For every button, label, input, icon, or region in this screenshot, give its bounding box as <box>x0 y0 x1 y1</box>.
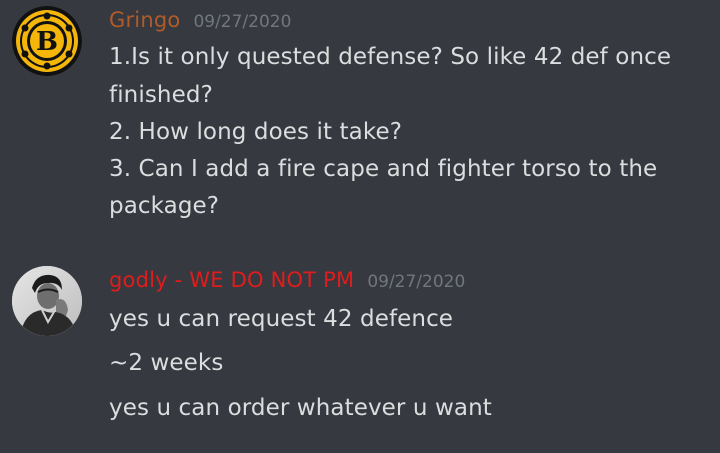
message-text-line: package? <box>109 193 220 219</box>
message-text-line: yes u can order whatever u want <box>109 395 492 421</box>
username[interactable]: Gringo <box>109 8 180 32</box>
message-godly: godly - WE DO NOT PM 09/27/2020 yes u ca… <box>0 240 720 453</box>
message-text-line: finished? <box>109 82 213 108</box>
timestamp: 09/27/2020 <box>193 12 292 32</box>
message-header: Gringo 09/27/2020 <box>109 8 291 32</box>
avatar[interactable] <box>12 266 82 336</box>
message-text-line: 1.Is it only quested defense? So like 42… <box>109 44 672 70</box>
svg-text:B: B <box>36 27 58 57</box>
timestamp: 09/27/2020 <box>367 272 466 292</box>
message-text-line: ~2 weeks <box>109 350 224 376</box>
user-photo-icon <box>12 266 82 336</box>
avatar[interactable]: B <box>12 6 82 76</box>
message-text-line: 2. How long does it take? <box>109 119 402 145</box>
message-header: godly - WE DO NOT PM 09/27/2020 <box>109 268 465 292</box>
message-gringo: B Gringo 09/27/2020 1.Is it only quested… <box>0 0 720 240</box>
message-text-line: yes u can request 42 defence <box>109 306 454 332</box>
message-text-line: 3. Can I add a fire cape and fighter tor… <box>109 156 658 182</box>
username[interactable]: godly - WE DO NOT PM <box>109 268 354 292</box>
bruins-logo-icon: B <box>12 6 82 76</box>
